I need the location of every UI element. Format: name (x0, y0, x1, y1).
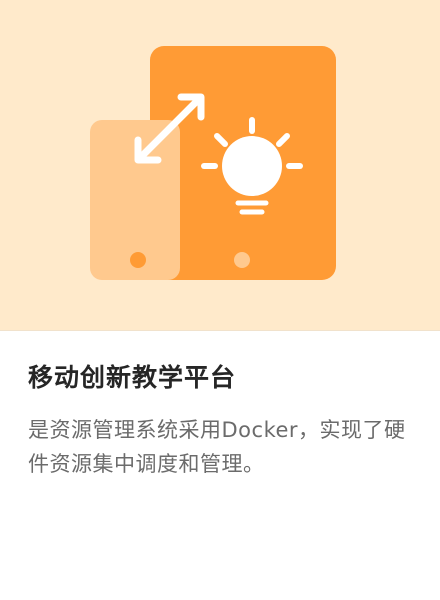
mobile-teaching-illustration (90, 46, 336, 280)
feature-card[interactable]: 移动创新教学平台 是资源管理系统采用Docker，实现了硬件资源集中调度和管理。 (0, 0, 440, 600)
illustration-panel (0, 0, 440, 331)
card-content: 移动创新教学平台 是资源管理系统采用Docker，实现了硬件资源集中调度和管理。 (28, 360, 418, 481)
card-description: 是资源管理系统采用Docker，实现了硬件资源集中调度和管理。 (28, 418, 406, 476)
card-title: 移动创新教学平台 (28, 363, 237, 392)
